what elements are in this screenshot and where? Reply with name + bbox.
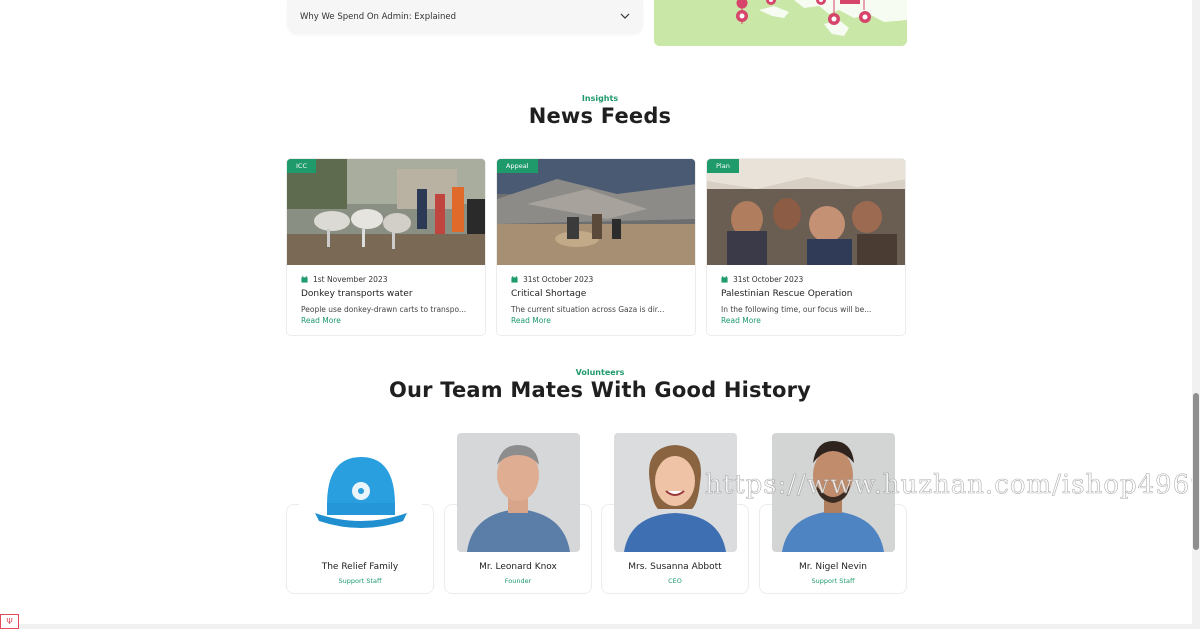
news-image (497, 159, 695, 265)
team-member-name: Mr. Leonard Knox (479, 562, 557, 572)
team-member-role: CEO (668, 577, 682, 585)
team-title: Our Team Mates With Good History (388, 378, 812, 402)
vertical-scrollbar[interactable] (1192, 0, 1200, 629)
scrollbar-thumb[interactable] (1193, 393, 1199, 550)
team-member-role: Founder (504, 577, 532, 585)
news-eyebrow: Insights (581, 94, 619, 103)
news-card[interactable]: ICC 1st November 2023 Donkey transports … (286, 158, 486, 336)
news-date-text: 31st October 2023 (523, 275, 594, 284)
read-more-link[interactable]: Read More (511, 316, 551, 325)
faq-accordion-item[interactable]: Why We Spend On Admin: Explained (287, 0, 643, 34)
bottom-bar (0, 624, 1192, 629)
read-more-link[interactable]: Read More (721, 316, 761, 325)
news-card-title[interactable]: Donkey transports water (301, 289, 413, 299)
news-date-text: 1st November 2023 (313, 275, 388, 284)
team-photo-leonard (457, 433, 580, 552)
news-title: News Feeds (528, 104, 672, 128)
team-member-name: The Relief Family (321, 562, 399, 572)
news-image (707, 159, 905, 265)
news-tag: Plan (707, 159, 739, 173)
team-eyebrow: Volunteers (575, 368, 625, 377)
read-more-link[interactable]: Read More (301, 316, 341, 325)
calendar-icon (511, 276, 518, 283)
team-photo-cap (299, 433, 422, 552)
news-card-desc: The current situation across Gaza is dir… (511, 305, 665, 314)
calendar-icon (301, 276, 308, 283)
news-card-title[interactable]: Critical Shortage (511, 289, 586, 299)
news-image (287, 159, 485, 265)
faq-item-label: Why We Spend On Admin: Explained (300, 12, 457, 22)
team-member-role: Support Staff (811, 577, 855, 585)
team-member-role: Support Staff (338, 577, 382, 585)
news-card-title[interactable]: Palestinian Rescue Operation (721, 289, 853, 299)
news-date-text: 31st October 2023 (733, 275, 804, 284)
chevron-down-icon (620, 13, 630, 19)
watermark-text: https://www.huzhan.com/ishop49695 (705, 470, 1200, 501)
page: Why We Spend On Admin: Explained Insight… (0, 0, 1200, 629)
news-date: 31st October 2023 (511, 275, 593, 284)
map-graphic (654, 0, 907, 46)
news-card-desc: People use donkey-drawn carts to transpo… (301, 305, 467, 314)
news-tag: Appeal (497, 159, 538, 173)
calendar-icon (721, 276, 728, 283)
news-card[interactable]: Appeal 31st October 2023 Critical Shorta… (496, 158, 696, 336)
corner-logo-icon: Ψ (0, 614, 19, 629)
world-map (654, 0, 907, 46)
team-member-name: Mrs. Susanna Abbott (628, 562, 722, 572)
team-member-name: Mr. Nigel Nevin (798, 562, 867, 572)
news-date: 1st November 2023 (301, 275, 388, 284)
news-card[interactable]: Plan 31st October 2023 Palestinian Rescu… (706, 158, 906, 336)
news-card-desc: In the following time, our focus will be… (721, 305, 872, 314)
news-tag: ICC (287, 159, 316, 173)
news-date: 31st October 2023 (721, 275, 803, 284)
